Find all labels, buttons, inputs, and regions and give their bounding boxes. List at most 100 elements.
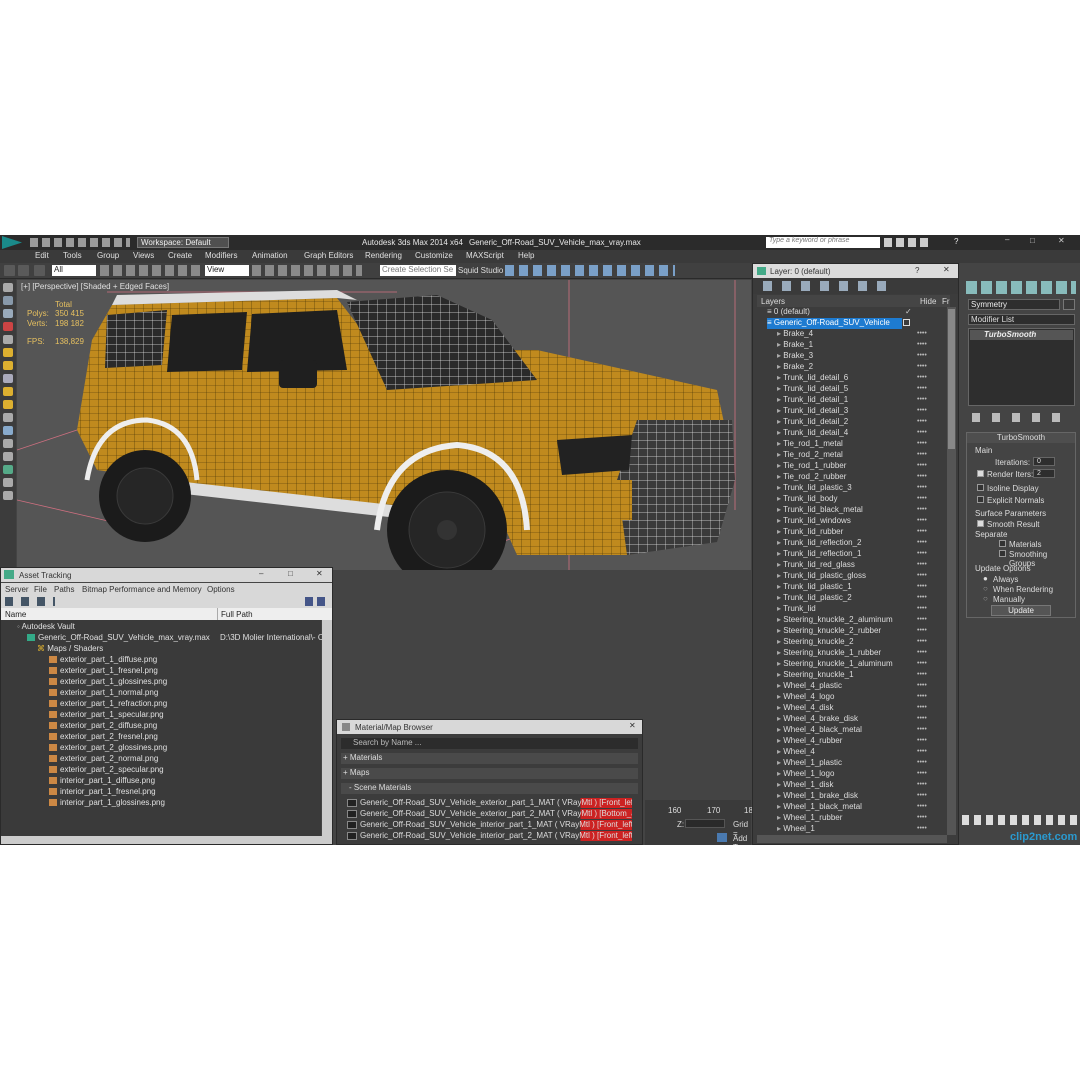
- hide-column[interactable]: Hide: [920, 297, 936, 306]
- minimize-icon[interactable]: –: [1005, 235, 1009, 244]
- layer-visibility-dots[interactable]: ••••: [917, 781, 927, 788]
- layer-visibility-dots[interactable]: ••••: [917, 715, 927, 722]
- close-icon[interactable]: ✕: [629, 721, 636, 730]
- maximize-icon[interactable]: □: [1030, 236, 1035, 245]
- maps-shaders-node[interactable]: ⌘ Maps / Shaders: [37, 644, 103, 655]
- update-button[interactable]: Update: [991, 605, 1051, 616]
- tool-icon[interactable]: [3, 374, 13, 383]
- undo-icon[interactable]: [4, 265, 15, 276]
- snap-tools-icons[interactable]: [252, 265, 362, 276]
- asset-file-item[interactable]: exterior_part_2_diffuse.png: [49, 721, 157, 732]
- object-name-field[interactable]: Symmetry: [968, 299, 1060, 310]
- layer-object-item[interactable]: ▸ Trunk_lid_windows ••••: [777, 516, 947, 527]
- layer-object-item[interactable]: ▸ Tie_rod_2_metal ••••: [777, 450, 947, 461]
- tool-icon[interactable]: [3, 400, 13, 409]
- manually-radio[interactable]: ○: [983, 594, 988, 603]
- layer-object-item[interactable]: ▸ Tie_rod_1_metal ••••: [777, 439, 947, 450]
- layer-visibility-dots[interactable]: ••••: [917, 792, 927, 799]
- layer-visibility-dots[interactable]: ••••: [917, 704, 927, 711]
- add-time-tag[interactable]: Add T: [733, 834, 751, 845]
- layer-visibility-dots[interactable]: ••••: [917, 473, 927, 480]
- tool-icon[interactable]: [3, 426, 13, 435]
- layer-visibility-dots[interactable]: ••••: [917, 462, 927, 469]
- layer-visibility-dots[interactable]: ••••: [917, 528, 927, 535]
- layer-visibility-dots[interactable]: ••••: [917, 385, 927, 392]
- layer-selected[interactable]: ≡ Generic_Off-Road_SUV_Vehicle: [767, 318, 902, 329]
- layer-visibility-dots[interactable]: ••••: [917, 451, 927, 458]
- layer-object-item[interactable]: ▸ Trunk_lid_reflection_2 ••••: [777, 538, 947, 549]
- layer-visibility-dots[interactable]: ••••: [917, 748, 927, 755]
- always-radio[interactable]: ●: [983, 574, 988, 583]
- freeze-column[interactable]: Fr: [942, 297, 950, 306]
- layer-object-item[interactable]: ▸ Trunk_lid_detail_6 ••••: [777, 373, 947, 384]
- asset-help-icons[interactable]: [305, 597, 327, 606]
- materials-group[interactable]: + Materials: [341, 753, 638, 764]
- asset-file-item[interactable]: exterior_part_2_fresnel.png: [49, 732, 158, 743]
- suv-wireframe-model[interactable]: [17, 280, 751, 570]
- tool-icon[interactable]: [3, 309, 13, 318]
- asset-file-item[interactable]: exterior_part_2_specular.png: [49, 765, 164, 776]
- layer-visibility-dots[interactable]: ••••: [917, 517, 927, 524]
- layer-object-item[interactable]: ▸ Steering_knuckle_2_rubber ••••: [777, 626, 947, 637]
- maps-group[interactable]: + Maps: [341, 768, 638, 779]
- scene-material-item[interactable]: Generic_Off-Road_SUV_Vehicle_exterior_pa…: [347, 798, 632, 808]
- asset-file-item[interactable]: exterior_part_2_normal.png: [49, 754, 158, 765]
- layer-visibility-dots[interactable]: ••••: [917, 638, 927, 645]
- help-icon[interactable]: ?: [915, 266, 919, 275]
- layer-object-item[interactable]: ▸ Trunk_lid_detail_3 ••••: [777, 406, 947, 417]
- render-tools-icons[interactable]: [505, 265, 675, 276]
- layer-visibility-dots[interactable]: ••••: [917, 418, 927, 425]
- render-iters-checkbox[interactable]: [977, 470, 984, 477]
- asset-file-item[interactable]: exterior_part_1_diffuse.png: [49, 655, 157, 666]
- vault-node[interactable]: ◦ Autodesk Vault: [17, 622, 75, 633]
- layer-object-item[interactable]: ▸ Wheel_4_rubber ••••: [777, 736, 947, 747]
- close-icon[interactable]: ✕: [316, 569, 323, 578]
- tool-icon[interactable]: [3, 413, 13, 422]
- layer-object-item[interactable]: ▸ Trunk_lid_red_glass ••••: [777, 560, 947, 571]
- layer-visibility-dots[interactable]: ••••: [917, 737, 927, 744]
- layer-object-item[interactable]: ▸ Steering_knuckle_1 ••••: [777, 670, 947, 681]
- perspective-viewport[interactable]: [+] [Perspective] [Shaded + Edged Faces]…: [17, 280, 751, 570]
- layer-object-item[interactable]: ▸ Wheel_1_black_metal ••••: [777, 802, 947, 813]
- layer-object-item[interactable]: ▸ Wheel_4 ••••: [777, 747, 947, 758]
- selection-filter-dropdown[interactable]: All: [52, 265, 96, 276]
- layer-object-item[interactable]: ▸ Wheel_1_brake_disk ••••: [777, 791, 947, 802]
- layer-visibility-dots[interactable]: ••••: [917, 693, 927, 700]
- tool-icon[interactable]: [3, 439, 13, 448]
- layer-visibility-dots[interactable]: ••••: [917, 495, 927, 502]
- layer-object-item[interactable]: ▸ Trunk_lid_detail_2 ••••: [777, 417, 947, 428]
- layer-visibility-dots[interactable]: ••••: [917, 803, 927, 810]
- layer-object-item[interactable]: ▸ Wheel_1_logo ••••: [777, 769, 947, 780]
- layer-visibility-dots[interactable]: ••••: [917, 770, 927, 777]
- named-selection-dropdown[interactable]: Create Selection Se: [380, 265, 456, 276]
- asset-file-item[interactable]: interior_part_1_glossines.png: [49, 798, 165, 809]
- layer-object-item[interactable]: ▸ Wheel_4_black_metal ••••: [777, 725, 947, 736]
- menu-item-edit[interactable]: Edit: [35, 251, 49, 260]
- layer-visibility-dots[interactable]: ••••: [917, 484, 927, 491]
- workspace-dropdown[interactable]: Workspace: Default: [137, 237, 229, 248]
- search-input[interactable]: Type a keyword or phrase: [766, 237, 880, 248]
- layer-object-item[interactable]: ▸ Trunk_lid_plastic_2 ••••: [777, 593, 947, 604]
- layer-visibility-dots[interactable]: ••••: [917, 396, 927, 403]
- layers-column[interactable]: Layers: [761, 297, 785, 306]
- tool-icon[interactable]: [3, 491, 13, 500]
- turbosmooth-stack-item[interactable]: TurboSmooth: [970, 330, 1073, 340]
- asset-file-item[interactable]: exterior_part_1_glossines.png: [49, 677, 167, 688]
- maximize-icon[interactable]: □: [288, 569, 293, 578]
- layer-object-item[interactable]: ▸ Brake_4 ••••: [777, 329, 947, 340]
- smooth-result-checkbox[interactable]: [977, 520, 984, 527]
- layer-object-item[interactable]: ▸ Steering_knuckle_2 ••••: [777, 637, 947, 648]
- minimize-icon[interactable]: –: [259, 569, 263, 578]
- layer-object-item[interactable]: ▸ Trunk_lid_plastic_3 ••••: [777, 483, 947, 494]
- layer-visibility-dots[interactable]: ••••: [917, 583, 927, 590]
- menu-item-help[interactable]: Help: [518, 251, 534, 260]
- scene-materials-group[interactable]: - Scene Materials: [341, 783, 638, 794]
- layer-visibility-dots[interactable]: ••••: [917, 440, 927, 447]
- layer-object-item[interactable]: ▸ Wheel_1 ••••: [777, 824, 947, 835]
- layer-object-item[interactable]: ▸ Trunk_lid_rubber ••••: [777, 527, 947, 538]
- layer-object-item[interactable]: ▸ Trunk_lid_plastic_1 ••••: [777, 582, 947, 593]
- select-tools-icons[interactable]: [100, 265, 200, 276]
- close-icon[interactable]: ✕: [943, 265, 950, 274]
- explicit-normals-checkbox[interactable]: [977, 496, 984, 503]
- app-logo-icon[interactable]: [2, 236, 22, 249]
